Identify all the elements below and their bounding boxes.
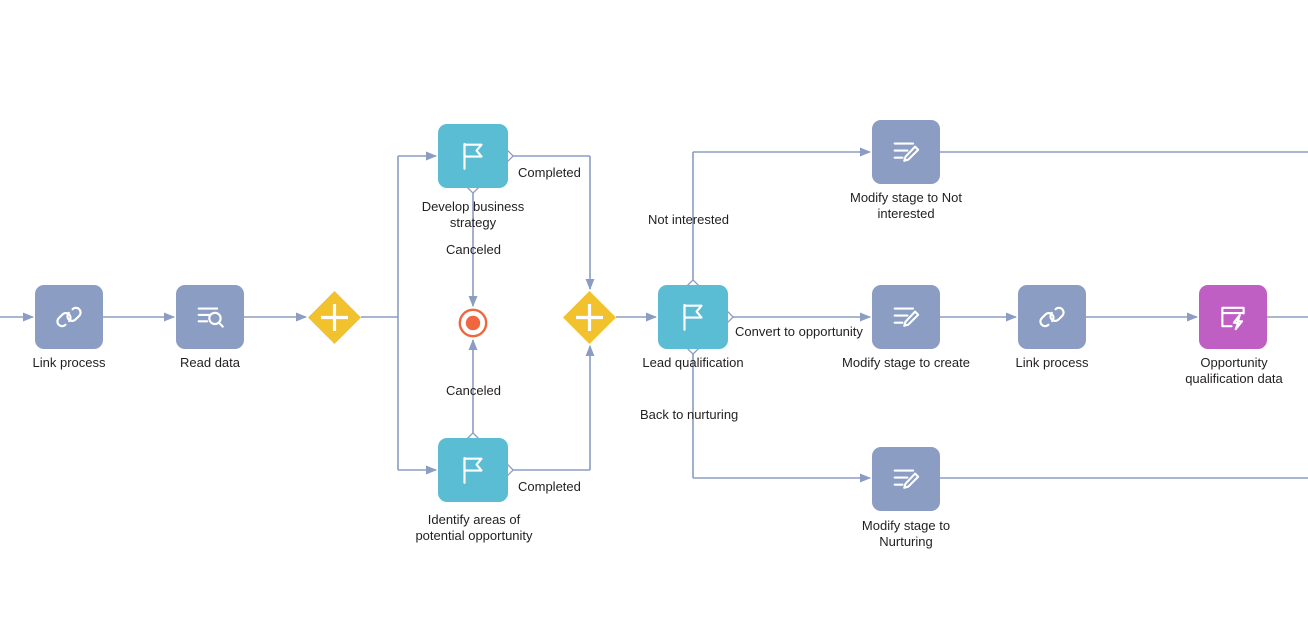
card-lightning-icon [1216,300,1250,334]
node-terminate-event[interactable] [458,308,488,338]
node-modify-stage-to-nurturing[interactable] [872,447,940,511]
link-icon [52,300,86,334]
node-identify-areas[interactable] [438,438,508,502]
link-icon [1035,300,1069,334]
node-gateway-join[interactable] [563,291,616,344]
node-gateway-split[interactable] [308,291,361,344]
node-link-process-2[interactable] [1018,285,1086,349]
flag-icon [456,139,490,173]
edit-icon [889,135,923,169]
node-link-process-1[interactable] [35,285,103,349]
edit-icon [889,462,923,496]
flag-icon [456,453,490,487]
node-modify-stage-to-create[interactable] [872,285,940,349]
workflow-canvas: Link process Read data Develop business … [0,0,1308,636]
flag-icon [676,300,710,334]
node-opportunity-qualification-data[interactable] [1199,285,1267,349]
node-read-data[interactable] [176,285,244,349]
node-modify-stage-not-interested[interactable] [872,120,940,184]
node-lead-qualification[interactable] [658,285,728,349]
node-develop-business-strategy[interactable] [438,124,508,188]
read-data-icon [193,300,227,334]
edit-icon [889,300,923,334]
